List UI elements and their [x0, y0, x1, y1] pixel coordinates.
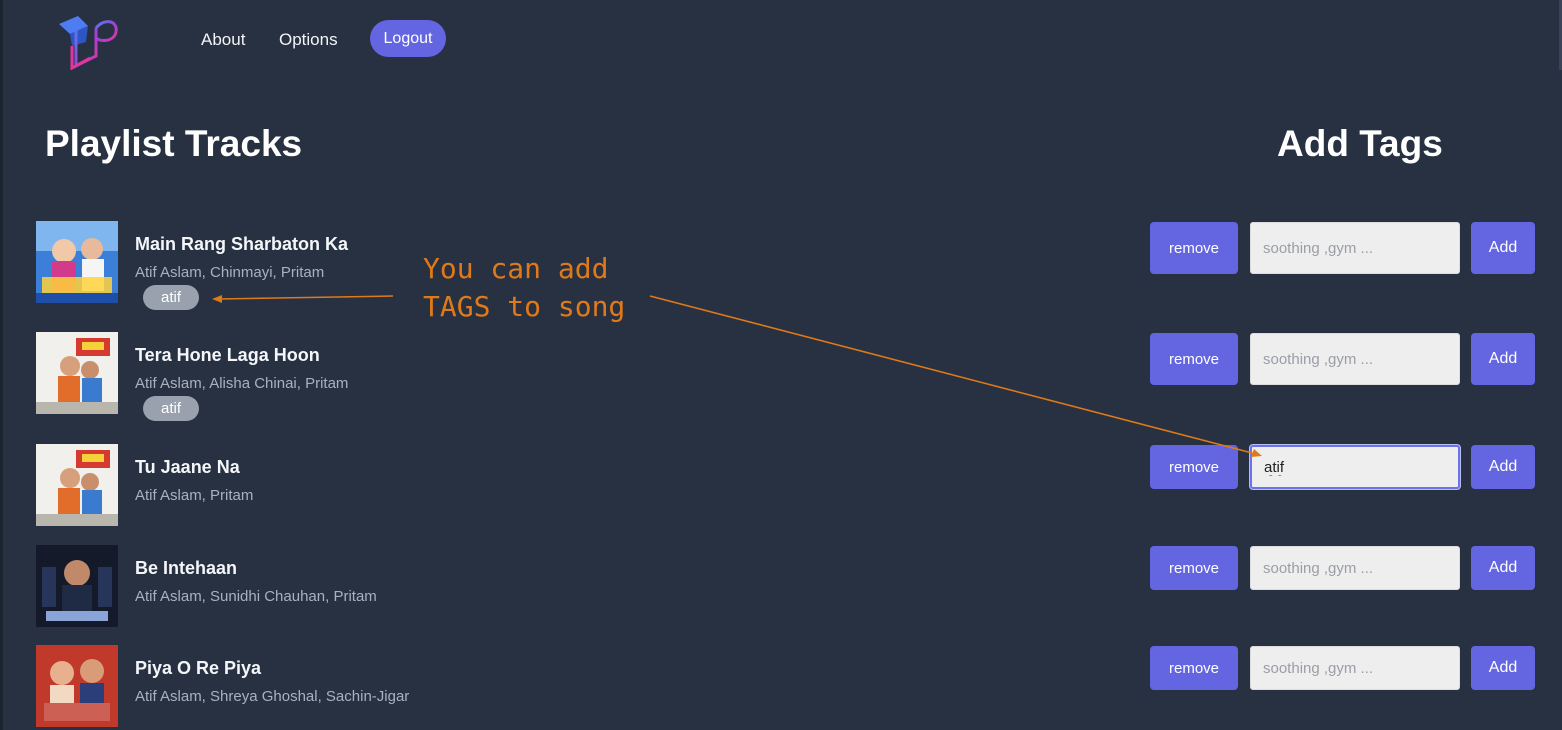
track-title[interactable]: Be Intehaan [135, 558, 237, 579]
tag-input[interactable] [1250, 333, 1460, 385]
remove-button[interactable]: remove [1150, 646, 1238, 690]
track-artists: Atif Aslam, Alisha Chinai, Pritam [135, 375, 349, 392]
album-cover-image [36, 444, 118, 526]
tag-input[interactable] [1250, 646, 1460, 690]
tag-pill[interactable]: atif [143, 285, 199, 310]
track-title[interactable]: Main Rang Sharbaton Ka [135, 234, 348, 255]
track-artists: Atif Aslam, Sunidhi Chauhan, Pritam [135, 588, 377, 605]
nav-options-link[interactable]: Options [279, 30, 338, 50]
nav-about-link[interactable]: About [201, 30, 245, 50]
track-row: Tera Hone Laga Hoon Atif Aslam, Alisha C… [36, 332, 1536, 421]
album-cover-image [36, 221, 118, 303]
annotation-text: You can add TAGS to song [423, 250, 625, 326]
music-note-logo-icon[interactable] [56, 12, 120, 71]
tag-input[interactable] [1250, 222, 1460, 274]
add-tag-button[interactable]: Add [1471, 445, 1535, 489]
track-row: Tu Jaane Na Atif Aslam, Pritam remove Ad… [36, 444, 1536, 528]
remove-button[interactable]: remove [1150, 222, 1238, 274]
add-tags-heading: Add Tags [1277, 123, 1443, 164]
tag-input[interactable] [1250, 546, 1460, 590]
app-window: About Options Logout Playlist Tracks Add… [0, 0, 1562, 730]
playlist-tracks-heading: Playlist Tracks [45, 123, 303, 164]
tag-input[interactable] [1250, 445, 1460, 489]
track-artists: Atif Aslam, Chinmayi, Pritam [135, 264, 325, 281]
annotation-line: TAGS to song [423, 290, 626, 323]
track-artists: Atif Aslam, Pritam [135, 487, 254, 504]
annotation-line: You can add [423, 252, 609, 285]
album-cover-image [36, 645, 118, 727]
add-tag-button[interactable]: Add [1471, 222, 1535, 274]
remove-button[interactable]: remove [1150, 445, 1238, 489]
track-row: Piya O Re Piya Atif Aslam, Shreya Ghosha… [36, 645, 1536, 729]
album-cover-image [36, 545, 118, 627]
remove-button[interactable]: remove [1150, 333, 1238, 385]
add-tag-button[interactable]: Add [1471, 333, 1535, 385]
track-title[interactable]: Tera Hone Laga Hoon [135, 345, 320, 366]
logout-button[interactable]: Logout [370, 20, 446, 57]
window-edge [0, 0, 3, 730]
tag-pill[interactable]: atif [143, 396, 199, 421]
add-tag-button[interactable]: Add [1471, 646, 1535, 690]
track-title[interactable]: Tu Jaane Na [135, 457, 240, 478]
add-tag-button[interactable]: Add [1471, 546, 1535, 590]
track-row: Main Rang Sharbaton Ka Atif Aslam, Chinm… [36, 221, 1536, 310]
album-cover-image [36, 332, 118, 414]
track-artists: Atif Aslam, Shreya Ghoshal, Sachin-Jigar [135, 688, 410, 705]
remove-button[interactable]: remove [1150, 546, 1238, 590]
track-row: Be Intehaan Atif Aslam, Sunidhi Chauhan,… [36, 545, 1536, 629]
track-title[interactable]: Piya O Re Piya [135, 658, 261, 679]
